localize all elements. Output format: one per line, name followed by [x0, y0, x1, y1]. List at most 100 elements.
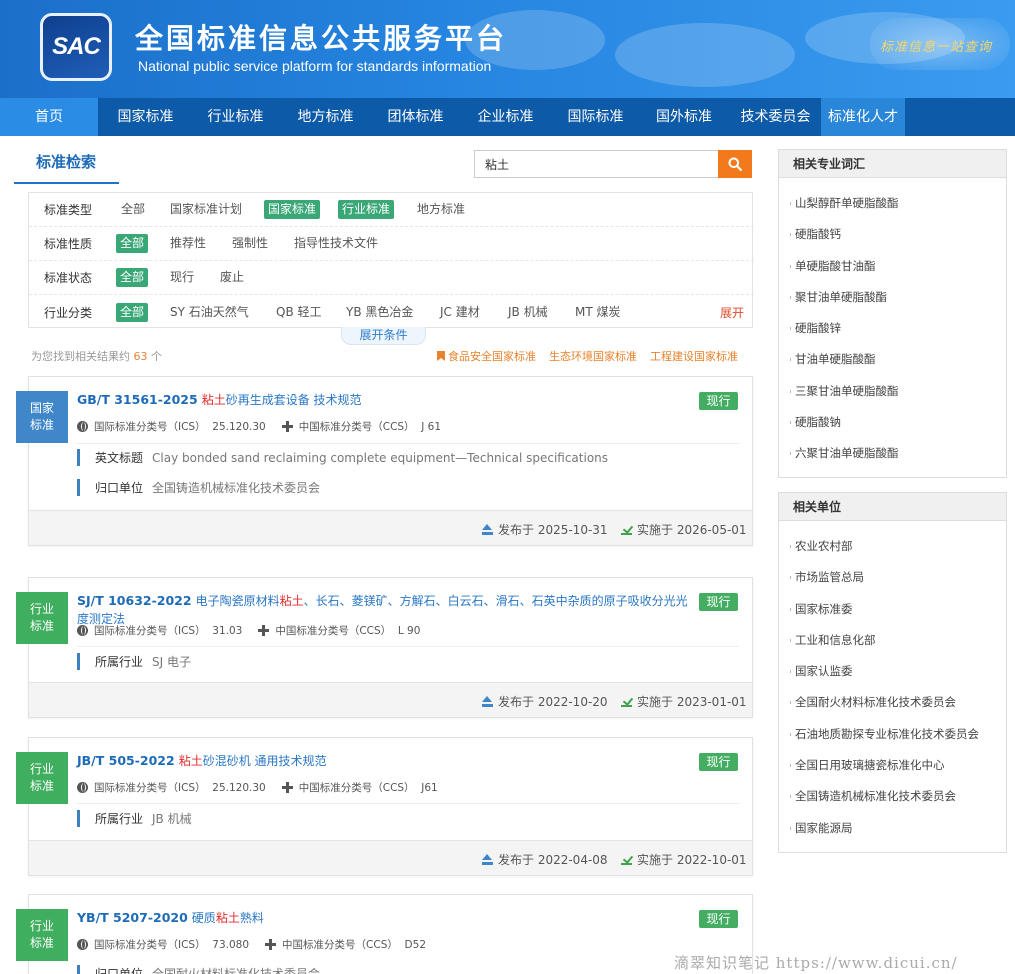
result-count: 为您找到相关结果约 63 个 — [31, 350, 162, 363]
related-units-title: 相关单位 — [779, 493, 1006, 521]
list-item[interactable]: 甘油单硬脂酸酯 — [779, 344, 984, 375]
nav-technical-committees[interactable]: 技术委员会 — [730, 98, 821, 136]
quick-link-engineering[interactable]: 工程建设国家标准 — [650, 348, 738, 364]
standard-type-badge: 国家 标准 — [16, 391, 68, 443]
filter-option[interactable]: 废止 — [216, 268, 248, 287]
status-badge: 现行 — [699, 593, 738, 611]
status-badge: 现行 — [699, 753, 738, 771]
list-item[interactable]: 全国耐火材料标准化技术委员会 — [779, 687, 984, 718]
standard-code: YB/T 5207-2020 — [77, 910, 188, 925]
list-item[interactable]: 国家认监委 — [779, 656, 984, 687]
list-item[interactable]: 三聚甘油单硬脂酸酯 — [779, 376, 984, 407]
result-card: 行业 标准 SJ/T 10632-2022 电子陶瓷原材料粘土、长石、菱镁矿、方解… — [16, 577, 753, 718]
result-title-link[interactable]: GB/T 31561-2025 粘土砂再生成套设备 技术规范 — [77, 391, 697, 409]
quick-link-food-safety[interactable]: 食品安全国家标准 — [437, 348, 536, 364]
bookmark-icon — [437, 351, 445, 361]
result-card: 国家 标准 GB/T 31561-2025 粘土砂再生成套设备 技术规范 现行 国… — [16, 376, 753, 546]
filter-option-selected[interactable]: 行业标准 — [338, 200, 395, 219]
classification-row: 国际标准分类号（ICS） 25.120.30 中国标准分类号（CCS） J61 — [77, 780, 454, 795]
list-item[interactable]: 单硬脂酸甘油酯 — [779, 251, 984, 282]
search-button[interactable] — [718, 150, 752, 178]
list-item[interactable]: 硬脂酸锌 — [779, 313, 984, 344]
expand-conditions-button[interactable]: 展开条件 — [341, 327, 426, 345]
filter-option[interactable]: 现行 — [166, 268, 198, 287]
filter-row-status: 标准状态 全部 现行 废止 — [29, 261, 754, 295]
list-item[interactable]: 聚甘油单硬脂酸酯 — [779, 282, 984, 313]
field-industry: 所属行业 JB 机械 — [77, 810, 192, 827]
standard-code: SJ/T 10632-2022 — [77, 593, 192, 608]
site-subtitle: National public service platform for sta… — [138, 58, 492, 74]
main-nav: 首页 国家标准 行业标准 地方标准 团体标准 企业标准 国际标准 国外标准 技术… — [0, 98, 1015, 136]
nav-group-standards[interactable]: 团体标准 — [373, 98, 458, 136]
filter-option[interactable]: QB 轻工 — [272, 303, 326, 322]
quick-link-ecology[interactable]: 生态环境国家标准 — [549, 348, 637, 364]
publish-icon — [482, 854, 493, 865]
filter-option[interactable]: 推荐性 — [166, 234, 210, 253]
publish-icon — [482, 524, 493, 535]
list-item[interactable]: 石油地质勘探专业标准化技术委员会 — [779, 719, 984, 750]
filter-option-selected[interactable]: 全部 — [116, 234, 149, 253]
filter-option[interactable]: JC 建材 — [436, 303, 484, 322]
search-input[interactable] — [474, 150, 719, 178]
globe-icon — [77, 421, 88, 432]
filter-row-industry: 行业分类 全部 SY 石油天然气 QB 轻工 YB 黑色冶金 JC 建材 JB … — [29, 295, 754, 329]
nav-enterprise-standards[interactable]: 企业标准 — [458, 98, 553, 136]
divider — [77, 443, 739, 444]
related-terms-list: 山梨醇酐单硬脂酸酯 硬脂酸钙 单硬脂酸甘油酯 聚甘油单硬脂酸酯 硬脂酸锌 甘油单… — [779, 178, 1006, 470]
filter-label: 标准状态 — [44, 271, 93, 285]
result-card: 行业 标准 JB/T 505-2022 粘土砂混砂机 通用技术规范 现行 国际标准… — [16, 737, 753, 876]
standard-code: GB/T 31561-2025 — [77, 392, 198, 407]
crosshair-icon — [281, 421, 293, 432]
filter-option[interactable]: JB 机械 — [504, 303, 552, 322]
nav-home[interactable]: 首页 — [0, 98, 98, 136]
filter-label: 行业分类 — [44, 305, 93, 320]
nav-standardization-talent[interactable]: 标准化人才 — [821, 98, 905, 136]
filter-option-selected[interactable]: 全部 — [116, 302, 149, 322]
result-title-link[interactable]: JB/T 505-2022 粘土砂混砂机 通用技术规范 — [77, 752, 697, 770]
list-item[interactable]: 国家能源局 — [779, 813, 984, 844]
list-item[interactable]: 农业农村部 — [779, 531, 984, 562]
publish-date: 发布于 2022-04-08 — [498, 853, 608, 867]
result-card: 行业 标准 YB/T 5207-2020 硬质粘土熟料 现行 国际标准分类号（IC… — [16, 894, 753, 974]
filter-option[interactable]: YB 黑色冶金 — [342, 303, 417, 322]
list-item[interactable]: 工业和信息化部 — [779, 625, 984, 656]
nav-foreign-standards[interactable]: 国外标准 — [638, 98, 730, 136]
list-item[interactable]: 山梨醇酐单硬脂酸酯 — [779, 188, 984, 219]
list-item[interactable]: 全国铸造机械标准化技术委员会 — [779, 781, 984, 812]
list-item[interactable]: 国家标准委 — [779, 594, 984, 625]
filter-option[interactable]: 指导性技术文件 — [290, 234, 382, 253]
publish-icon — [482, 696, 493, 707]
classification-row: 国际标准分类号（ICS） 25.120.30 中国标准分类号（CCS） J 61 — [77, 419, 457, 434]
publish-date: 发布于 2022-10-20 — [498, 695, 608, 709]
nav-international-standards[interactable]: 国际标准 — [553, 98, 638, 136]
card-footer: 发布于 2022-04-08 实施于 2022-10-01 — [29, 840, 752, 875]
list-item[interactable]: 硬脂酸钠 — [779, 407, 984, 438]
implement-date: 实施于 2023-01-01 — [637, 695, 747, 709]
filter-option[interactable]: 地方标准 — [413, 200, 469, 219]
filter-option[interactable]: SY 石油天然气 — [166, 303, 253, 322]
nav-local-standards[interactable]: 地方标准 — [278, 98, 373, 136]
sac-logo[interactable]: SAC — [40, 13, 112, 81]
status-badge: 现行 — [699, 910, 738, 928]
globe-icon — [77, 782, 88, 793]
expand-industry-link[interactable]: 展开 — [720, 304, 744, 321]
tab-standard-search[interactable]: 标准检索 — [14, 137, 119, 184]
list-item[interactable]: 硬脂酸钙 — [779, 219, 984, 250]
filter-option-selected[interactable]: 国家标准 — [264, 200, 321, 219]
filter-option[interactable]: 全部 — [117, 200, 149, 219]
filter-option[interactable]: 强制性 — [228, 234, 272, 253]
field-responsible-unit: 归口单位 全国铸造机械标准化技术委员会 — [77, 479, 320, 496]
list-item[interactable]: 市场监管总局 — [779, 562, 984, 593]
result-title-link[interactable]: YB/T 5207-2020 硬质粘土熟料 — [77, 909, 697, 927]
nav-national-standards[interactable]: 国家标准 — [98, 98, 193, 136]
filter-option-selected[interactable]: 全部 — [116, 268, 149, 287]
slogan: 标准信息一站查询 — [879, 39, 992, 55]
filter-option[interactable]: 国家标准计划 — [166, 200, 246, 219]
related-terms-title: 相关专业词汇 — [779, 150, 1006, 178]
filter-label: 标准性质 — [44, 237, 93, 251]
card-footer: 发布于 2025-10-31 实施于 2026-05-01 — [29, 510, 752, 545]
nav-industry-standards[interactable]: 行业标准 — [193, 98, 278, 136]
list-item[interactable]: 六聚甘油单硬脂酸酯 — [779, 438, 984, 469]
filter-option[interactable]: MT 煤炭 — [571, 303, 625, 322]
list-item[interactable]: 全国日用玻璃搪瓷标准化中心 — [779, 750, 984, 781]
